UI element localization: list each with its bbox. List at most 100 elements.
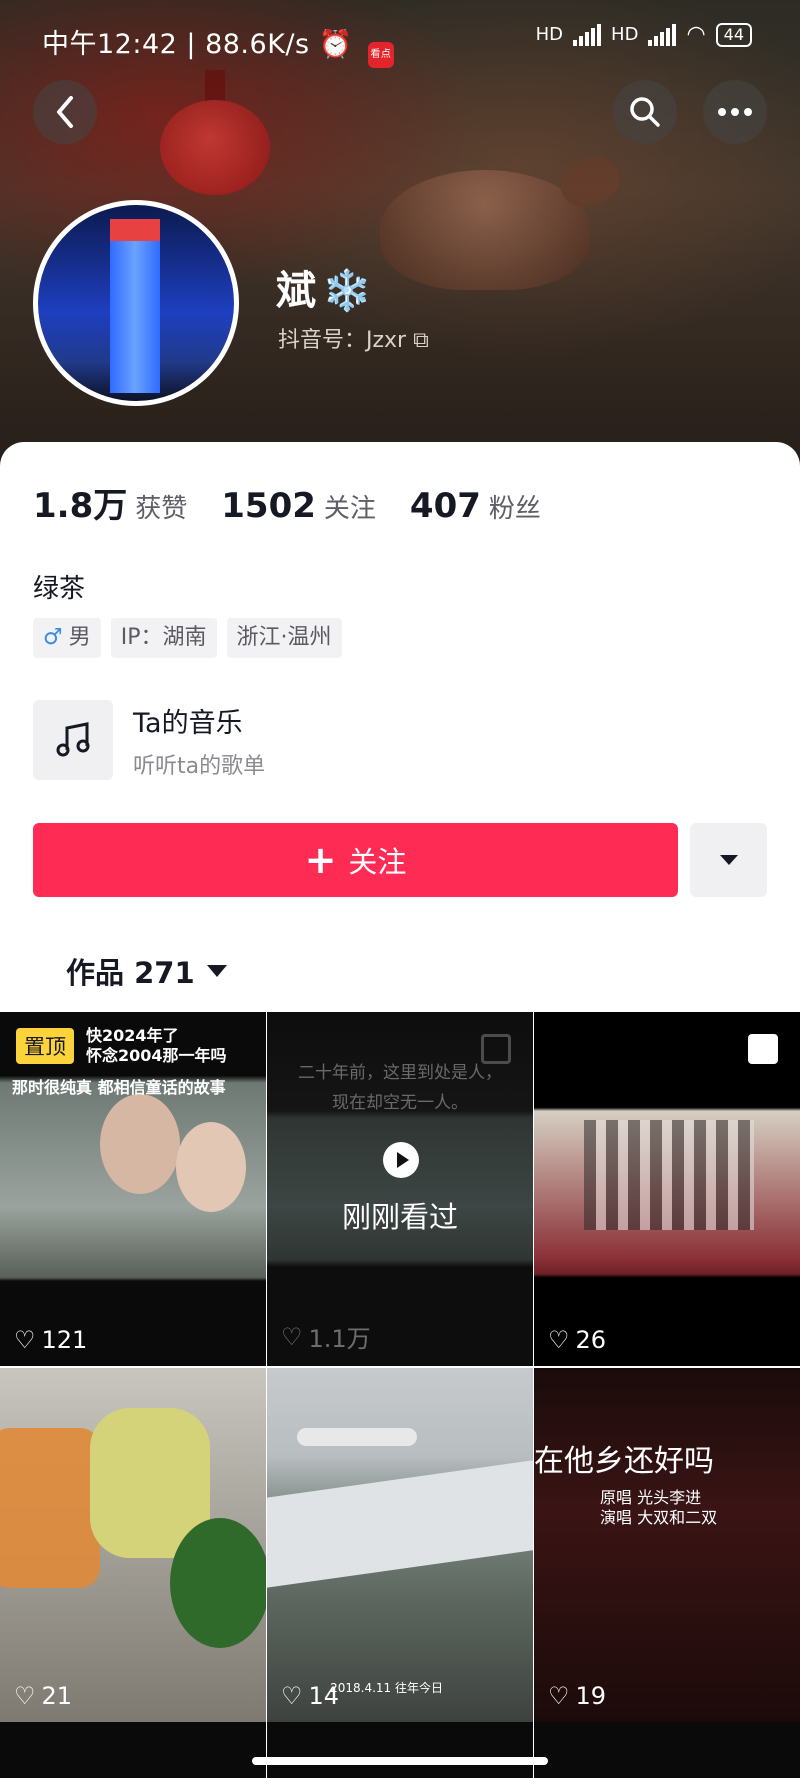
male-icon: ♂ <box>43 625 63 650</box>
more-icon <box>718 108 752 116</box>
recommend-dropdown-button[interactable] <box>690 823 767 897</box>
snowflake-icon: ❄️ <box>322 268 372 314</box>
back-button[interactable] <box>33 80 97 144</box>
stat-likes[interactable]: 1.8万 获赞 <box>33 478 187 527</box>
stat-number: 1.8万 <box>33 486 128 526</box>
stat-label: 获赞 <box>135 494 188 524</box>
nickname: 斌 ❄️ <box>276 258 372 316</box>
signal-icon <box>648 23 677 46</box>
network-label: HD <box>535 24 564 45</box>
battery-icon: 44 <box>715 22 752 47</box>
post-caption: 快2024年了 怀念2004那一年吗 <box>86 1026 227 1065</box>
home-indicator[interactable] <box>252 1757 548 1765</box>
tag-location: 浙江·温州 <box>226 618 342 658</box>
grid-divider <box>266 1722 267 1778</box>
heart-icon: ♡ <box>548 1682 570 1710</box>
likes-count: 1.1万 <box>308 1325 371 1353</box>
copy-icon[interactable]: ⧉ <box>413 328 429 353</box>
likes-count: 19 <box>575 1682 607 1710</box>
post-grid-next-row <box>0 1722 800 1778</box>
heart-icon: ♡ <box>14 1326 36 1354</box>
play-icon <box>383 1142 419 1178</box>
thumbnail-image <box>100 1094 180 1194</box>
post-likes: ♡ 14 <box>281 1682 339 1710</box>
thumbnail-image <box>0 1428 100 1588</box>
post-caption: 在他乡还好吗 <box>534 1444 714 1479</box>
tag-text: 浙江·温州 <box>236 625 332 650</box>
heart-icon: ♡ <box>281 1682 303 1710</box>
status-right: HD HD ◠ 44 <box>536 22 752 47</box>
likes-count: 21 <box>41 1682 73 1710</box>
stat-followers[interactable]: 407 粉丝 <box>410 486 541 526</box>
chevron-left-icon <box>57 96 73 128</box>
grid-divider <box>533 1722 534 1778</box>
thumbnail-image <box>176 1122 246 1212</box>
wifi-icon: ◠ <box>686 22 706 47</box>
post-likes: ♡ 26 <box>548 1326 606 1354</box>
post-likes: ♡ 21 <box>14 1682 72 1710</box>
nickname-text: 斌 <box>276 268 316 314</box>
caret-down-icon <box>719 855 738 865</box>
multi-image-icon <box>748 1034 778 1064</box>
post-thumbnail[interactable]: 置顶 快2024年了 怀念2004那一年吗 那时很纯真 都相信童话的故事 ♡ 12… <box>0 1012 266 1366</box>
signal-icon <box>573 23 602 46</box>
app-badge: 看点 <box>367 42 394 68</box>
post-thumbnail[interactable]: 二十年前，这里到处是人， 现在却空无一人。 刚刚看过 ♡ 1.1万 <box>267 1012 533 1366</box>
more-button[interactable] <box>703 80 767 144</box>
post-date: 2018.4.11 往年今日 <box>330 1681 443 1695</box>
status-left: 中午12:42 | 88.6K/s ⏰ 看点 <box>42 22 394 68</box>
music-note-icon <box>33 700 113 780</box>
alarm-icon: ⏰ <box>318 29 353 60</box>
stat-following[interactable]: 1502 关注 <box>221 486 376 526</box>
music-subtitle: 听听ta的歌单 <box>133 753 266 779</box>
caret-down-icon <box>206 965 227 977</box>
stat-label: 粉丝 <box>488 494 541 524</box>
heart-icon: ♡ <box>14 1682 36 1710</box>
avatar-image <box>110 223 160 393</box>
status-time-speed: 中午12:42 | 88.6K/s <box>42 29 310 60</box>
stat-label: 关注 <box>323 494 376 524</box>
avatar-image <box>110 219 160 241</box>
post-caption: 那时很纯真 都相信童话的故事 <box>12 1078 226 1097</box>
likes-count: 121 <box>41 1326 88 1354</box>
thumbnail-image <box>584 1120 754 1230</box>
pinned-badge: 置顶 <box>16 1028 74 1064</box>
follow-label: 关注 <box>348 845 407 879</box>
post-thumbnail[interactable]: ♡ 21 <box>0 1368 266 1722</box>
heart-icon: ♡ <box>548 1326 570 1354</box>
profile-bio: 绿茶 <box>33 574 86 604</box>
works-label: 作品 271 <box>66 956 195 990</box>
stat-number: 407 <box>409 486 481 526</box>
likes-count: 26 <box>575 1326 607 1354</box>
music-title: Ta的音乐 <box>133 707 243 739</box>
post-likes: ♡ 121 <box>14 1326 87 1354</box>
douyin-id-text: 抖音号：Jzxr <box>278 328 407 353</box>
recently-viewed-label: 刚刚看过 <box>341 1200 458 1234</box>
heart-icon: ♡ <box>281 1322 303 1351</box>
post-likes: ♡ 1.1万 <box>281 1319 371 1354</box>
search-button[interactable] <box>613 80 677 144</box>
search-icon <box>630 97 660 127</box>
tag-ip: IP：湖南 <box>110 618 217 658</box>
post-thumbnail[interactable]: 2018.4.11 往年今日 ♡ 14 <box>267 1368 533 1722</box>
status-bar: 中午12:42 | 88.6K/s ⏰ 看点 HD HD ◠ 44 <box>0 18 800 68</box>
follow-button[interactable]: + 关注 <box>33 823 678 897</box>
plus-icon: + <box>304 838 337 882</box>
post-likes: ♡ 19 <box>548 1682 606 1710</box>
tab-works[interactable]: 作品 271 <box>66 950 227 992</box>
post-caption: 原唱 光头李进 演唱 大双和二双 <box>600 1488 718 1527</box>
thumbnail-image <box>267 1458 533 1588</box>
likes-count: 14 <box>308 1682 340 1710</box>
avatar[interactable] <box>33 200 239 406</box>
tag-text: IP：湖南 <box>120 625 207 650</box>
music-text: Ta的音乐 听听ta的歌单 <box>133 701 265 780</box>
thumbnail-image <box>297 1428 417 1446</box>
music-entry[interactable]: Ta的音乐 听听ta的歌单 <box>33 700 265 780</box>
tag-text: 男 <box>68 625 91 650</box>
stat-number: 1502 <box>221 486 316 526</box>
douyin-id[interactable]: 抖音号：Jzxr ⧉ <box>278 322 429 354</box>
network-label: HD <box>611 24 639 45</box>
post-thumbnail[interactable]: 在他乡还好吗 原唱 光头李进 演唱 大双和二双 ♡ 19 <box>534 1368 800 1722</box>
profile-tags: ♂ 男 IP：湖南 浙江·温州 <box>33 618 342 658</box>
post-thumbnail[interactable]: ♡ 26 <box>534 1012 800 1366</box>
